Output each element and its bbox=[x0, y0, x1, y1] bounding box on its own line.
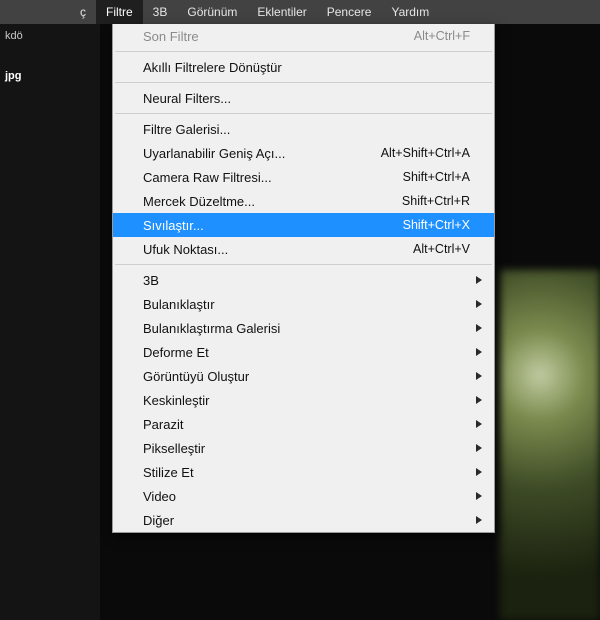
menu-item[interactable]: Stilize Et bbox=[113, 460, 494, 484]
menu-item-label: Deforme Et bbox=[143, 345, 209, 360]
menu-item[interactable]: Ufuk Noktası... Alt+Ctrl+V bbox=[113, 237, 494, 261]
menu-item[interactable]: Diğer bbox=[113, 508, 494, 532]
menu-item-label: Camera Raw Filtresi... bbox=[143, 170, 272, 185]
menubar-partial: ç bbox=[70, 0, 96, 24]
menu-item[interactable]: Keskinleştir bbox=[113, 388, 494, 412]
menu-gorunum[interactable]: Görünüm bbox=[177, 0, 247, 24]
menu-item-label: Keskinleştir bbox=[143, 393, 209, 408]
menu-item-label: Uyarlanabilir Geniş Açı... bbox=[143, 146, 285, 161]
menu-separator bbox=[115, 82, 492, 83]
chevron-right-icon bbox=[476, 348, 482, 356]
menu-item-label: Neural Filters... bbox=[143, 91, 231, 106]
menu-item-shortcut: Shift+Ctrl+A bbox=[403, 170, 470, 184]
menu-item[interactable]: Sıvılaştır... Shift+Ctrl+X bbox=[113, 213, 494, 237]
menubar: ç Filtre 3B Görünüm Eklentiler Pencere Y… bbox=[0, 0, 600, 24]
menu-item-shortcut: Alt+Shift+Ctrl+A bbox=[381, 146, 470, 160]
menu-item-label: Parazit bbox=[143, 417, 183, 432]
menu-item-shortcut: Alt+Ctrl+V bbox=[413, 242, 470, 256]
menu-yardim[interactable]: Yardım bbox=[381, 0, 439, 24]
menu-item[interactable]: Filtre Galerisi... bbox=[113, 117, 494, 141]
menu-item-label: Bulanıklaştır bbox=[143, 297, 215, 312]
menu-item-label: Diğer bbox=[143, 513, 174, 528]
chevron-right-icon bbox=[476, 492, 482, 500]
chevron-right-icon bbox=[476, 372, 482, 380]
menu-item-label: Ufuk Noktası... bbox=[143, 242, 228, 257]
chevron-right-icon bbox=[476, 324, 482, 332]
filter-dropdown: Son Filtre Alt+Ctrl+F Akıllı Filtrelere Dö… bbox=[112, 24, 495, 533]
menu-item-label: Filtre Galerisi... bbox=[143, 122, 230, 137]
canvas-image bbox=[500, 270, 600, 620]
bg-label-2: jpg bbox=[5, 70, 22, 82]
menu-filtre[interactable]: Filtre bbox=[96, 0, 143, 24]
menu-item-label: 3B bbox=[143, 273, 159, 288]
menu-item[interactable]: Akıllı Filtrelere Dönüştür bbox=[113, 55, 494, 79]
chevron-right-icon bbox=[476, 276, 482, 284]
menu-item[interactable]: Video bbox=[113, 484, 494, 508]
menu-item[interactable]: Parazit bbox=[113, 412, 494, 436]
menu-separator bbox=[115, 113, 492, 114]
menu-item-label: Video bbox=[143, 489, 176, 504]
menu-item[interactable]: Mercek Düzeltme... Shift+Ctrl+R bbox=[113, 189, 494, 213]
menu-item-shortcut: Shift+Ctrl+R bbox=[402, 194, 470, 208]
menu-item-label: Pikselleştir bbox=[143, 441, 205, 456]
menu-item-shortcut: Shift+Ctrl+X bbox=[403, 218, 470, 232]
chevron-right-icon bbox=[476, 396, 482, 404]
bg-label-1: kdö bbox=[5, 30, 23, 42]
chevron-right-icon bbox=[476, 468, 482, 476]
menu-item[interactable]: Neural Filters... bbox=[113, 86, 494, 110]
chevron-right-icon bbox=[476, 444, 482, 452]
menu-eklentiler[interactable]: Eklentiler bbox=[247, 0, 316, 24]
menu-item-label: Görüntüyü Oluştur bbox=[143, 369, 249, 384]
menu-item-label: Son Filtre bbox=[143, 29, 199, 44]
chevron-right-icon bbox=[476, 516, 482, 524]
menu-item[interactable]: Uyarlanabilir Geniş Açı... Alt+Shift+Ctrl… bbox=[113, 141, 494, 165]
menu-item[interactable]: Bulanıklaştırma Galerisi bbox=[113, 316, 494, 340]
menu-item[interactable]: Görüntüyü Oluştur bbox=[113, 364, 494, 388]
menu-item-shortcut: Alt+Ctrl+F bbox=[414, 29, 470, 43]
menu-item: Son Filtre Alt+Ctrl+F bbox=[113, 24, 494, 48]
menu-separator bbox=[115, 264, 492, 265]
menu-pencere[interactable]: Pencere bbox=[317, 0, 382, 24]
left-panel bbox=[0, 24, 100, 620]
chevron-right-icon bbox=[476, 300, 482, 308]
menu-separator bbox=[115, 51, 492, 52]
menu-item[interactable]: Pikselleştir bbox=[113, 436, 494, 460]
menu-item-label: Mercek Düzeltme... bbox=[143, 194, 255, 209]
menu-item-label: Akıllı Filtrelere Dönüştür bbox=[143, 60, 282, 75]
menu-3b[interactable]: 3B bbox=[143, 0, 178, 24]
menu-item[interactable]: Camera Raw Filtresi... Shift+Ctrl+A bbox=[113, 165, 494, 189]
app-window: ç Filtre 3B Görünüm Eklentiler Pencere Y… bbox=[0, 0, 600, 620]
menu-item[interactable]: Deforme Et bbox=[113, 340, 494, 364]
menu-item-label: Stilize Et bbox=[143, 465, 194, 480]
menu-item-label: Bulanıklaştırma Galerisi bbox=[143, 321, 280, 336]
menu-item-label: Sıvılaştır... bbox=[143, 218, 204, 233]
chevron-right-icon bbox=[476, 420, 482, 428]
menu-item[interactable]: 3B bbox=[113, 268, 494, 292]
menu-item[interactable]: Bulanıklaştır bbox=[113, 292, 494, 316]
